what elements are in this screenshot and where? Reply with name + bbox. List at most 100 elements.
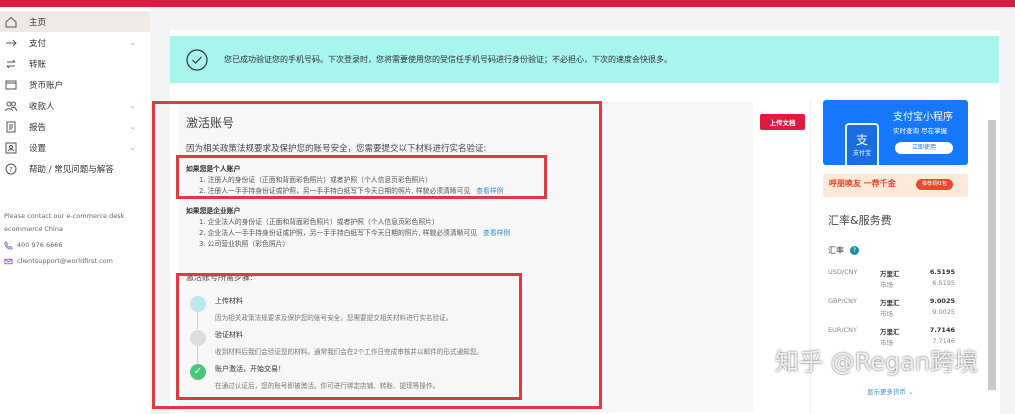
step-desc: 在通过认证后，您的账号即被激活。你可进行绑定店铺、转账、提现等操作。	[215, 382, 440, 390]
alipay-logo: 支支付宝	[845, 123, 879, 165]
view-sample-link[interactable]: 查看样例	[483, 229, 510, 237]
referral-ad[interactable]: 呼朋唤友 一荐千金 推荐领红包	[823, 174, 968, 197]
rate-value: 6.5195	[929, 268, 955, 276]
sidebar-item-home[interactable]: 主页	[0, 11, 150, 32]
chevron-down-icon: ⌄	[129, 38, 136, 47]
provider-label: 万里汇	[880, 299, 900, 307]
currency-pair: EUR/CNY	[828, 326, 857, 334]
step-desc: 收到材料后我们会验证您的材料。通常我们会在2个工作日完成审核并以邮件的形式通知您…	[215, 348, 483, 356]
sidebar-item-label: 转账	[29, 59, 47, 70]
step-title: 上传材料	[215, 297, 243, 305]
intro-text: 因为相关政策法规要求及保护您的账号安全，您需要提交以下材料进行实名验证:	[186, 144, 487, 154]
arrow-right-icon	[6, 39, 17, 46]
ad-title: 呼朋唤友 一荐千金	[829, 179, 896, 188]
market-value: 9.0025	[932, 308, 955, 316]
ad-title: 支付宝小程序	[893, 112, 953, 123]
market-label: 市场	[880, 339, 893, 347]
card-title: 激活账号	[186, 116, 235, 130]
steps-title: 激活账号所需步骤:	[186, 273, 253, 282]
requirement-item: 3. 公司营业执照（彩色照片）	[199, 240, 290, 248]
requirement-item: 2. 企业法人一手手持身份证或护照，另一手手持白纸写下今天日期的照片, 样貌必须…	[199, 229, 478, 237]
use-now-button[interactable]: 立即使用	[895, 142, 953, 154]
check-circle-icon	[186, 48, 208, 71]
market-value: 6.5195	[932, 279, 955, 287]
success-banner: 您已成功验证您的手机号码。下次登录时，您将需要使用您的受信任手机号码进行身份验证…	[170, 36, 999, 83]
sidebar-item-payees[interactable]: 收款人 ⌄	[0, 95, 150, 116]
mail-icon	[4, 258, 13, 265]
currency-pair: GBP/CNY	[828, 297, 857, 305]
sidebar-item-reports[interactable]: 报告 ⌄	[0, 116, 150, 137]
requirement-item: 1. 企业法人的身份证（正面和背面彩色照片）或者护照（个人信息页彩色照片）	[199, 218, 439, 226]
home-icon	[5, 16, 17, 27]
sidebar-item-currency-accounts[interactable]: 货币账户	[0, 74, 150, 95]
view-sample-link[interactable]: 查看样例	[476, 187, 503, 195]
step-title: 验证材料	[215, 331, 243, 339]
phone-icon	[4, 241, 13, 250]
rate-row: EUR/CNY 万里汇市场 7.7146 7.7146	[828, 326, 958, 352]
transfer-icon	[6, 59, 16, 68]
upload-documents-button[interactable]: 上传文档	[760, 114, 805, 130]
scrollbar[interactable]	[988, 120, 996, 390]
rate-row: USD/CNY 万里汇市场 6.5195 6.5195	[828, 268, 958, 294]
sidebar-item-label: 帮助 / 常见问题与解答	[29, 164, 114, 175]
activate-account-card: 激活账号 因为相关政策法规要求及保护您的账号安全，您需要提交以下材料进行实名验证…	[178, 102, 753, 412]
market-label: 市场	[880, 310, 893, 318]
alipay-mini-program-ad[interactable]: 支支付宝 支付宝小程序 实时查询 尽在掌握 立即使用	[823, 100, 968, 165]
top-brand-bar	[0, 0, 1015, 7]
rate-label: 汇率?	[828, 245, 859, 256]
banner-text: 您已成功验证您的手机号码。下次登录时，您将需要使用您的受信任手机号码进行身份验证…	[224, 55, 672, 64]
requirement-item: 2. 注册人一手手持身份证或护照，另一手手持白纸写下今天日期的照片, 样貌必须清…	[199, 187, 471, 195]
show-more-currencies-link[interactable]: 显示更多货币 ⌄	[867, 386, 914, 396]
rate-value: 7.7146	[929, 326, 955, 334]
sidebar-item-transfer[interactable]: 转账	[0, 53, 150, 74]
help-icon: ?	[5, 163, 17, 174]
section-heading: 如果您是企业账户	[186, 207, 241, 215]
wallet-icon	[5, 80, 17, 89]
provider-label: 万里汇	[880, 270, 900, 278]
business-account-section: 如果您是企业账户 1. 企业法人的身份证（正面和背面彩色照片）或者护照（个人信息…	[186, 206, 510, 250]
requirement-item: 1. 注册人的身份证（正面和背面彩色照片）或者护照（个人信息页彩色照片）	[199, 176, 432, 184]
contact-line: ecommerce China	[4, 225, 63, 233]
section-heading: 如果您是个人账户	[186, 165, 241, 173]
report-icon	[6, 121, 16, 132]
step-desc: 因为相关政策法规要求及保护您的账号安全，您需要提交相关材料进行实名验证。	[215, 314, 453, 322]
link-text: 显示更多货币	[867, 388, 906, 396]
provider-label: 万里汇	[880, 328, 900, 336]
sidebar-item-help[interactable]: ? 帮助 / 常见问题与解答	[0, 158, 150, 179]
contact-info: Please contact our e-commerce desk ecomm…	[4, 210, 124, 268]
market-label: 市场	[880, 281, 893, 289]
referral-button[interactable]: 推荐领红包	[916, 179, 953, 190]
sidebar: 主页 支付 ⌄ 转账 货币账户 收款人 ⌄ 报告 ⌄ 设置 ⌄ ? 帮助 / 常见问题与解…	[0, 7, 150, 414]
verify-icon	[190, 330, 206, 346]
sidebar-item-label: 设置	[29, 143, 47, 154]
upload-icon	[190, 296, 206, 312]
sidebar-item-label: 货币账户	[29, 80, 64, 91]
chevron-down-icon: ⌄	[129, 101, 136, 110]
check-icon: ✓	[190, 364, 206, 380]
logo-text: 支付宝	[852, 150, 871, 157]
sidebar-item-label: 报告	[29, 122, 47, 133]
settings-icon	[5, 142, 17, 153]
ad-subtitle: 实时查询 尽在掌握	[893, 127, 948, 135]
sidebar-item-pay[interactable]: 支付 ⌄	[0, 32, 150, 53]
step-connector	[197, 310, 198, 329]
chevron-down-icon: ⌄	[129, 122, 136, 131]
email-link[interactable]: clientsupport@worldfirst.com	[17, 255, 113, 268]
phone-link[interactable]: 400 976 6666	[17, 239, 63, 252]
step-title: 账户激活，开始交易！	[215, 365, 285, 373]
chevron-down-icon: ⌄	[129, 143, 136, 152]
currency-pair: USD/CNY	[828, 268, 858, 276]
users-icon	[5, 101, 17, 111]
market-value: 7.7146	[932, 337, 955, 345]
rate-row: GBP/CNY 万里汇市场 9.0025 9.0025	[828, 297, 958, 323]
sidebar-item-label: 主页	[29, 17, 47, 28]
sidebar-item-label: 收款人	[29, 101, 55, 112]
sidebar-item-settings[interactable]: 设置 ⌄	[0, 137, 150, 158]
rate-label-text: 汇率	[828, 246, 844, 255]
rate-value: 9.0025	[929, 297, 955, 305]
divider	[810, 100, 811, 414]
svg-text:?: ?	[9, 166, 13, 174]
help-icon[interactable]: ?	[850, 246, 859, 255]
rates-title: 汇率&服务费	[828, 214, 892, 227]
personal-account-section: 如果您是个人账户 1. 注册人的身份证（正面和背面彩色照片）或者护照（个人信息页…	[186, 164, 503, 197]
